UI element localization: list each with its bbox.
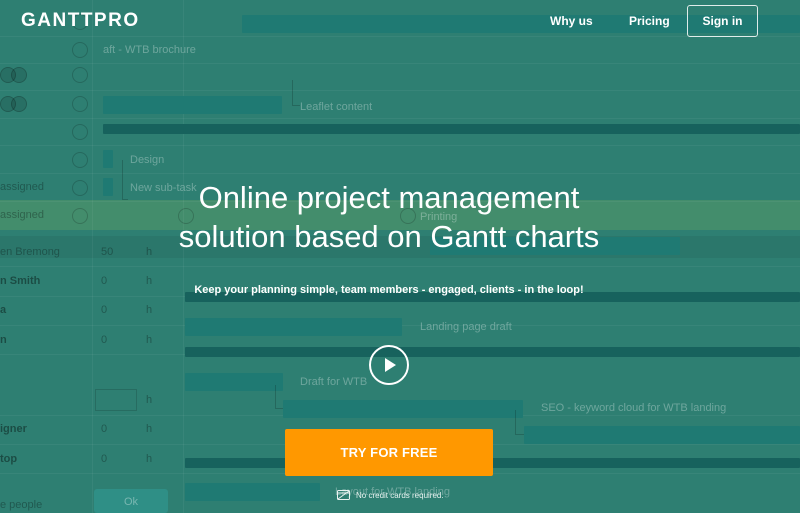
hours-input <box>95 389 137 411</box>
hours-value: 0 <box>101 275 108 287</box>
hours-value: 0 <box>101 453 108 465</box>
no-credit-card-text: No credit cards required. <box>356 490 444 500</box>
avatar <box>72 180 88 196</box>
hours-unit: h <box>146 394 153 406</box>
gantt-bar <box>524 426 800 444</box>
gantt-task-label: aft - WTB brochure <box>103 44 196 56</box>
logo[interactable]: GANTTPRO <box>21 10 140 32</box>
gantt-task-label: Leaflet content <box>300 101 373 113</box>
hours-unit: h <box>146 453 153 465</box>
gantt-bar <box>185 318 402 336</box>
gantt-bar <box>283 400 523 418</box>
nav-pricing[interactable]: Pricing <box>629 14 670 28</box>
hero-title: Online project management solution based… <box>150 178 628 256</box>
hero-title-line: Online project management <box>198 180 580 215</box>
gantt-task-label: Design <box>130 154 165 166</box>
avatar <box>72 67 88 83</box>
gantt-task-label: SEO - keyword cloud for WTB landing <box>541 402 727 414</box>
no-credit-card-note: No credit cards required. <box>337 489 444 501</box>
avatar <box>72 42 88 58</box>
hours-value: 0 <box>101 304 108 316</box>
gantt-bar <box>103 150 113 168</box>
person-name: a <box>0 304 7 316</box>
hero-subtitle: Keep your planning simple, team members … <box>194 284 584 296</box>
avatar <box>11 96 27 112</box>
person-name: n <box>0 334 7 346</box>
try-for-free-button[interactable]: TRY FOR FREE <box>285 429 493 476</box>
nav-why-us[interactable]: Why us <box>550 14 593 28</box>
gantt-task-label: Draft for WTB <box>300 376 368 388</box>
avatar <box>72 96 88 112</box>
ok-button-label: Ok <box>124 496 139 508</box>
hours-unit: h <box>146 334 153 346</box>
assignee-label: assigned <box>0 209 45 221</box>
person-name: en Bremong <box>0 246 60 258</box>
avatar <box>72 152 88 168</box>
avatar <box>11 67 27 83</box>
add-people-label: e people <box>0 499 43 511</box>
hours-value: 50 <box>101 246 114 258</box>
gantt-bar <box>103 124 800 134</box>
play-icon <box>385 358 396 372</box>
sign-in-button[interactable]: Sign in <box>687 5 758 37</box>
top-nav: GANTTPRO Why us Pricing Sign in <box>0 0 800 42</box>
play-video-button[interactable] <box>369 345 409 385</box>
person-name: n Smith <box>0 275 41 287</box>
gantt-bar <box>103 178 113 196</box>
gantt-bar <box>185 483 320 501</box>
gantt-bar <box>185 347 800 357</box>
hours-value: 0 <box>101 334 108 346</box>
person-name: igner <box>0 423 27 435</box>
hours-value: 0 <box>101 423 108 435</box>
gantt-task-label: Landing page draft <box>420 321 512 333</box>
assignee-label: assigned <box>0 181 45 193</box>
avatar <box>72 124 88 140</box>
person-name: top <box>0 453 18 465</box>
hero-title-line: solution based on Gantt charts <box>178 219 600 254</box>
hours-unit: h <box>146 423 153 435</box>
gantt-bar <box>185 373 283 391</box>
gantt-bar <box>103 96 282 114</box>
avatar <box>72 208 88 224</box>
credit-card-icon <box>337 490 350 500</box>
hours-unit: h <box>146 304 153 316</box>
